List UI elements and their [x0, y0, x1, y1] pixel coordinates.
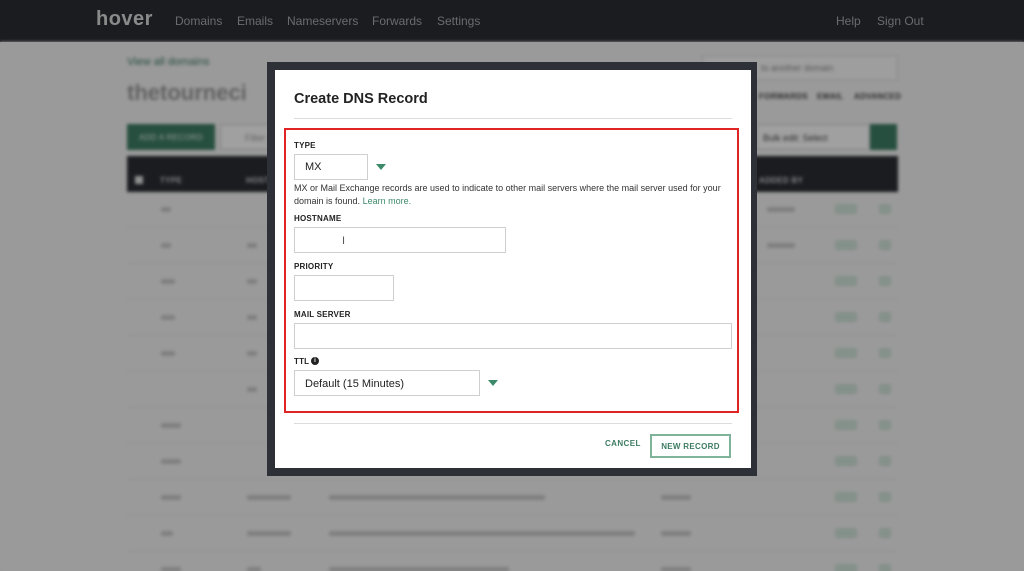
hostname-input[interactable]: I — [294, 227, 506, 253]
chevron-down-icon — [488, 380, 498, 386]
type-select[interactable]: MX — [294, 154, 394, 180]
mail-server-label: MAIL SERVER — [294, 310, 351, 319]
ttl-select[interactable]: Default (15 Minutes) — [294, 370, 506, 396]
mail-server-input[interactable] — [294, 323, 732, 349]
title-divider — [294, 118, 732, 119]
text-cursor-icon: I — [342, 235, 346, 247]
create-dns-record-dialog: Create DNS Record TYPE MX MX or Mail Exc… — [275, 70, 751, 468]
type-help-text: MX or Mail Exchange records are used to … — [294, 182, 734, 207]
info-icon[interactable]: i — [311, 357, 319, 365]
footer-divider — [294, 423, 732, 424]
learn-more-link[interactable]: Learn more. — [363, 196, 412, 206]
priority-input[interactable] — [294, 275, 394, 301]
type-dropdown-arrow[interactable] — [367, 154, 394, 180]
type-select-value: MX — [305, 161, 322, 173]
ttl-label: TTL — [294, 357, 310, 366]
cancel-button[interactable]: CANCEL — [605, 439, 641, 448]
type-label: TYPE — [294, 141, 316, 150]
ttl-select-value: Default (15 Minutes) — [305, 378, 405, 390]
dialog-title: Create DNS Record — [294, 91, 428, 107]
help-description: MX or Mail Exchange records are used to … — [294, 183, 721, 206]
chevron-down-icon — [376, 164, 386, 170]
hostname-label: HOSTNAME — [294, 214, 342, 223]
priority-label: PRIORITY — [294, 262, 334, 271]
ttl-dropdown-arrow[interactable] — [479, 370, 506, 396]
new-record-button[interactable]: NEW RECORD — [650, 434, 731, 458]
